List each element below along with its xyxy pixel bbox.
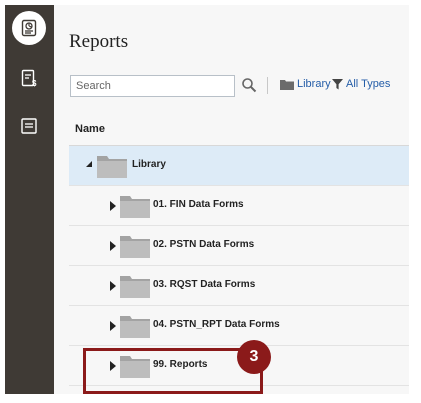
search-box[interactable] [70, 75, 235, 97]
filter-icon [332, 78, 343, 89]
toolbar-divider [267, 77, 268, 94]
expand-triangle-icon[interactable] [110, 281, 116, 291]
tree-row-label: 01. FIN Data Forms [153, 199, 244, 210]
expand-triangle-icon[interactable] [110, 321, 116, 331]
folder-icon [120, 356, 150, 378]
tree-row-pstn-data-forms[interactable]: 02. PSTN Data Forms [69, 226, 409, 266]
folder-icon [97, 156, 127, 178]
financial-report-icon: $ [21, 69, 37, 88]
reports-panel: Reports Library All Types Name [54, 5, 409, 394]
navigation-rail: $ [5, 5, 54, 394]
rail-financial-reports-button[interactable]: $ [12, 61, 46, 95]
expand-triangle-icon[interactable] [110, 201, 116, 211]
svg-text:$: $ [32, 79, 37, 88]
library-filter-button[interactable]: Library [280, 78, 331, 90]
folder-icon [120, 276, 150, 298]
tree-row-label: 03. RQST Data Forms [153, 279, 256, 290]
expand-triangle-icon[interactable] [110, 241, 116, 251]
tree-row-pstn-rpt-data-forms[interactable]: 04. PSTN_RPT Data Forms [69, 306, 409, 346]
tree-row-label: 02. PSTN Data Forms [153, 239, 255, 250]
page-title: Reports [69, 31, 129, 52]
all-types-filter-label: All Types [346, 78, 391, 90]
expand-triangle-icon[interactable] [110, 361, 116, 371]
folder-icon [120, 196, 150, 218]
collapse-triangle-icon[interactable] [80, 161, 92, 167]
search-input[interactable] [71, 76, 234, 96]
table-header: Name [69, 115, 409, 146]
search-icon[interactable] [241, 77, 257, 93]
callout-number-badge: 3 [237, 340, 271, 374]
tree-row-rqst-data-forms[interactable]: 03. RQST Data Forms [69, 266, 409, 306]
rail-reports-button[interactable] [12, 11, 46, 45]
rail-documents-button[interactable] [12, 109, 46, 143]
tree-row-label: 99. Reports [153, 359, 208, 370]
document-icon [21, 118, 37, 134]
name-column-header[interactable]: Name [75, 123, 105, 135]
folder-icon [120, 316, 150, 338]
folder-icon [120, 236, 150, 258]
tree-row-label: Library [132, 159, 166, 170]
all-types-filter-button[interactable]: All Types [332, 78, 390, 90]
tree-row-label: 04. PSTN_RPT Data Forms [153, 319, 280, 330]
library-filter-label: Library [297, 78, 331, 90]
reports-icon [21, 19, 37, 37]
tree-row-fin-data-forms[interactable]: 01. FIN Data Forms [69, 186, 409, 226]
tree-row-library[interactable]: Library [69, 146, 409, 186]
folder-icon [280, 79, 294, 90]
app-window: $ Reports Library [5, 5, 409, 394]
